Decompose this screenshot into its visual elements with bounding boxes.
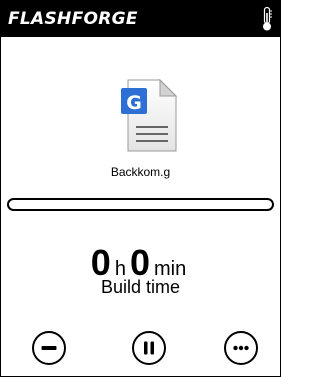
build-time-label: Build time [100, 277, 181, 297]
brand-logo: FLASHFORGE [8, 9, 138, 29]
header-bar: FLASHFORGE [1, 1, 280, 37]
file-name: Backkom.g [110, 165, 171, 179]
stop-button[interactable] [32, 331, 66, 365]
print-progress-bar [7, 198, 274, 211]
file-badge-letter: G [126, 92, 142, 114]
thermometer-icon[interactable] [260, 6, 274, 32]
pause-button[interactable] [132, 331, 166, 365]
google-document-file-icon: G [120, 78, 178, 153]
more-options-button[interactable] [224, 331, 258, 365]
print-status-screen: FLASHFORGE G Backkom.g 0 h 0 min Build t… [0, 0, 281, 377]
